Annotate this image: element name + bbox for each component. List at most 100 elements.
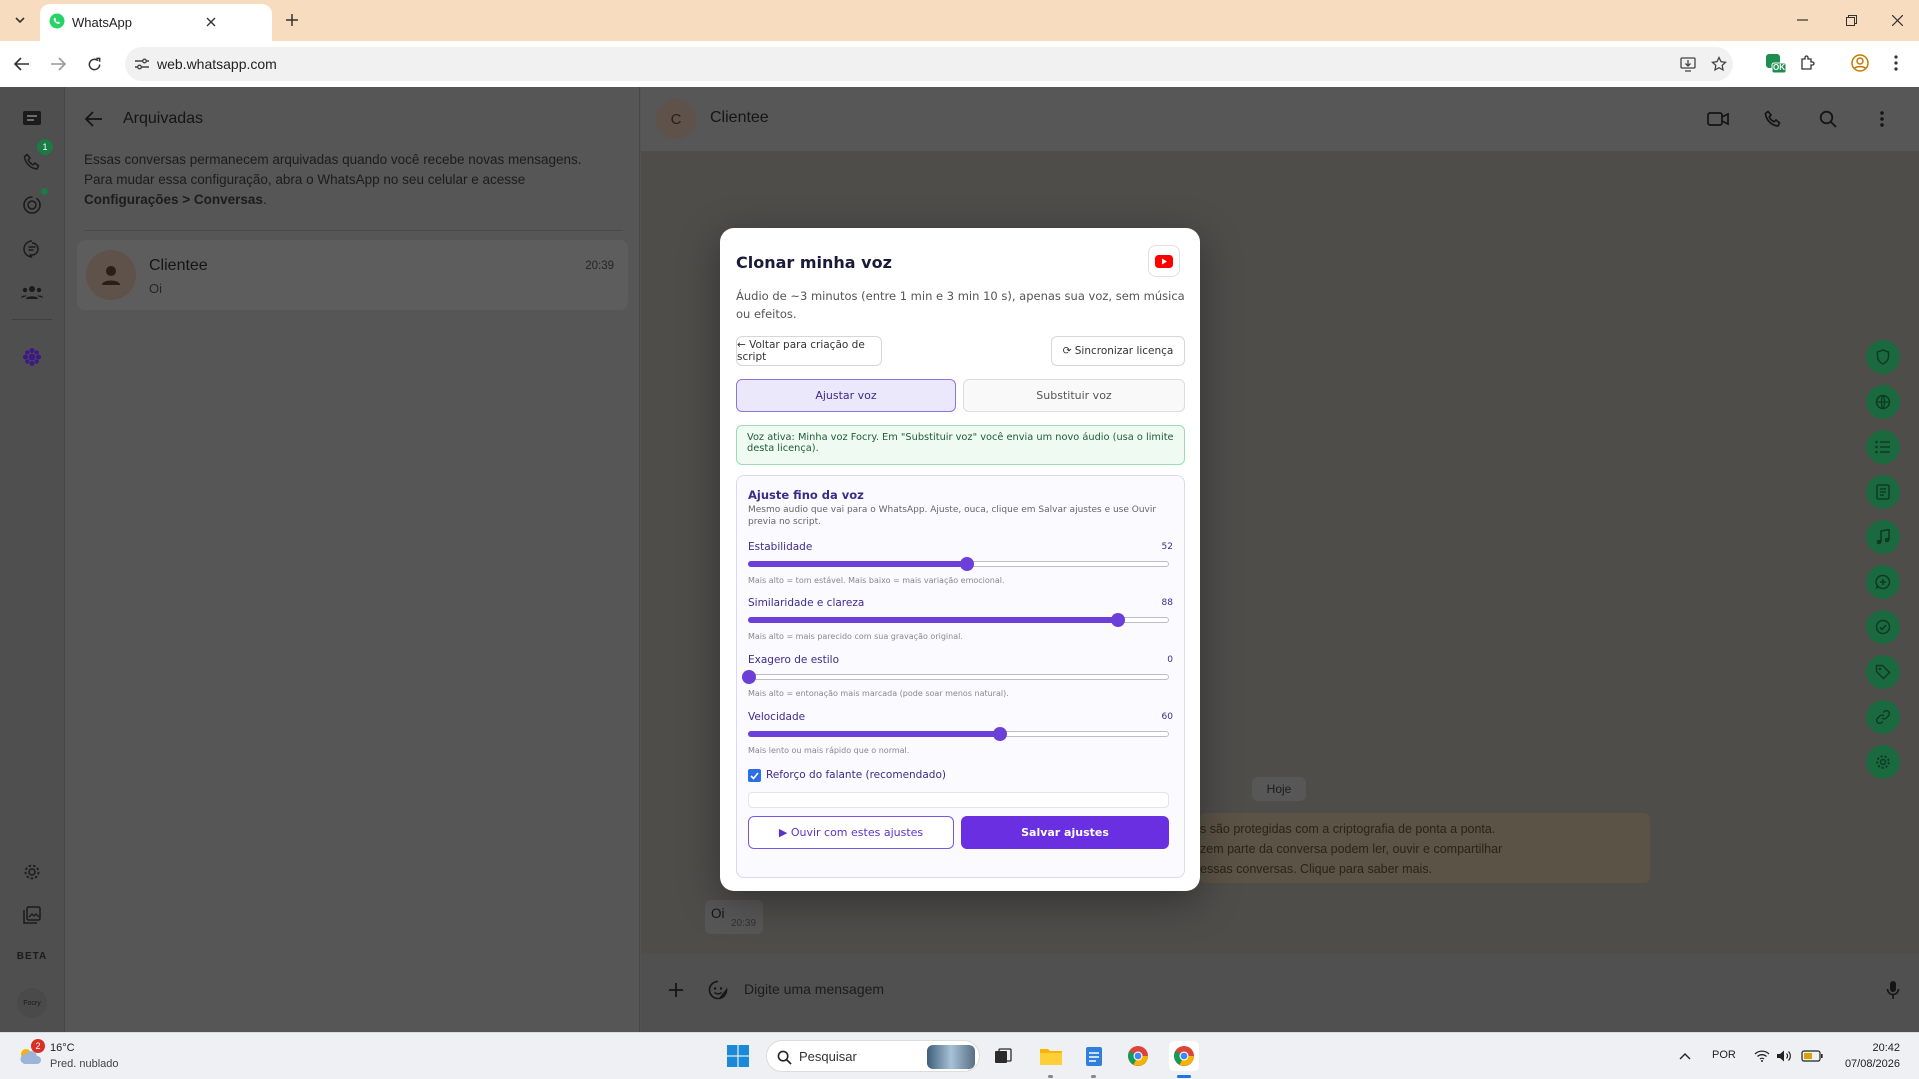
reload-icon[interactable] bbox=[84, 54, 104, 74]
slider-value: 0 bbox=[1167, 655, 1173, 665]
communities-icon[interactable] bbox=[19, 279, 45, 305]
clone-voice-modal: Clonar minha voz Áudio de ~3 minutos (en… bbox=[720, 228, 1200, 891]
address-bar[interactable]: web.whatsapp.com bbox=[125, 47, 1733, 81]
settings-gear-icon[interactable] bbox=[20, 860, 44, 884]
slider-thumb[interactable] bbox=[1110, 613, 1125, 627]
minimize-icon[interactable] bbox=[1792, 10, 1812, 30]
clock-date[interactable]: 07/08/2026 bbox=[1830, 1058, 1900, 1070]
list-icon bbox=[1875, 440, 1890, 454]
avatar[interactable]: C bbox=[656, 99, 696, 139]
back-arrow-icon[interactable] bbox=[82, 107, 106, 131]
video-call-icon[interactable] bbox=[1705, 107, 1731, 131]
speaker-boost-label[interactable]: Reforço do falante (recomendado) bbox=[766, 769, 946, 781]
chrome-icon[interactable] bbox=[1126, 1044, 1150, 1068]
file-explorer-icon[interactable] bbox=[1038, 1044, 1064, 1068]
date-chip: Hoje bbox=[1252, 777, 1306, 801]
forward-arrow-icon[interactable] bbox=[48, 54, 68, 74]
slider-value: 52 bbox=[1161, 542, 1173, 552]
voice-call-icon[interactable] bbox=[1761, 107, 1785, 131]
slider-stability[interactable] bbox=[748, 557, 1169, 571]
fab-shield-button[interactable] bbox=[1866, 340, 1900, 374]
slider-thumb[interactable] bbox=[742, 670, 756, 684]
check-circle-icon bbox=[1875, 619, 1891, 635]
microphone-icon[interactable] bbox=[1881, 978, 1905, 1002]
message-bubble[interactable]: Oi 20:39 bbox=[705, 900, 763, 934]
slider-similarity[interactable] bbox=[748, 613, 1169, 627]
document-icon bbox=[1876, 484, 1890, 500]
tab-replace-voice[interactable]: Substituir voz bbox=[963, 379, 1185, 412]
browser-tab-whatsapp[interactable]: WhatsApp bbox=[40, 4, 272, 41]
archived-title: Arquivadas bbox=[123, 110, 204, 127]
fab-link-button[interactable] bbox=[1866, 700, 1900, 734]
archived-chat-item[interactable]: Clientee Oi 20:39 bbox=[77, 240, 628, 310]
tray-chevron-up-icon[interactable] bbox=[1675, 1046, 1695, 1066]
globe-icon bbox=[1875, 394, 1891, 410]
fab-check-button[interactable] bbox=[1866, 610, 1900, 644]
slider-thumb[interactable] bbox=[993, 727, 1008, 741]
profile-icon[interactable] bbox=[1849, 52, 1871, 74]
chats-icon[interactable] bbox=[19, 106, 45, 132]
volume-icon[interactable] bbox=[1774, 1046, 1794, 1066]
channels-icon[interactable] bbox=[19, 236, 45, 262]
slider-style-exaggeration[interactable] bbox=[742, 670, 1169, 684]
site-settings-icon[interactable] bbox=[134, 56, 150, 72]
browser-menu-icon[interactable] bbox=[1886, 53, 1906, 73]
tab-search-button[interactable] bbox=[8, 8, 32, 32]
archived-notice: Essas conversas permanecem arquivadas qu… bbox=[84, 152, 582, 207]
restore-icon[interactable] bbox=[1841, 10, 1861, 30]
tab-adjust-voice[interactable]: Ajustar voz bbox=[736, 379, 956, 412]
search-icon[interactable] bbox=[1816, 107, 1840, 131]
fab-tag-button[interactable] bbox=[1866, 655, 1900, 689]
chrome-active-icon[interactable] bbox=[1169, 1041, 1199, 1071]
listen-button[interactable]: ▶ Ouvir com estes ajustes bbox=[748, 816, 954, 849]
chat-preview: Oi bbox=[149, 281, 162, 296]
menu-dots-icon[interactable] bbox=[1872, 107, 1892, 131]
bookmark-star-icon[interactable] bbox=[1710, 55, 1728, 73]
sync-license-button[interactable]: ⟳ Sincronizar licença bbox=[1051, 336, 1185, 366]
back-arrow-icon[interactable] bbox=[12, 54, 32, 74]
slider-fill bbox=[748, 561, 966, 567]
close-window-icon[interactable] bbox=[1887, 10, 1907, 30]
contact-name[interactable]: Clientee bbox=[710, 109, 769, 127]
tag-icon bbox=[1875, 664, 1891, 680]
status-icon[interactable] bbox=[19, 192, 45, 218]
extensions-puzzle-icon[interactable] bbox=[1797, 53, 1817, 73]
fab-list-button[interactable] bbox=[1866, 430, 1900, 464]
media-gallery-icon[interactable] bbox=[20, 903, 44, 927]
youtube-button[interactable] bbox=[1148, 245, 1180, 277]
slider-speed[interactable] bbox=[748, 727, 1169, 741]
profile-avatar[interactable]: Focry bbox=[17, 988, 47, 1018]
encryption-notice[interactable]: s são protegidas com a criptografia de p… bbox=[1200, 813, 1650, 883]
chat-time: 20:39 bbox=[585, 260, 614, 272]
attach-plus-icon[interactable] bbox=[664, 978, 688, 1002]
active-app-indicator bbox=[1177, 1075, 1191, 1078]
notepad-icon[interactable] bbox=[1082, 1044, 1106, 1068]
extension-ok-icon[interactable]: OK bbox=[1763, 51, 1787, 75]
new-tab-icon[interactable] bbox=[282, 10, 302, 30]
modal-title: Clonar minha voz bbox=[736, 253, 892, 272]
close-tab-icon[interactable] bbox=[203, 14, 219, 30]
focry-extension-icon[interactable] bbox=[19, 344, 45, 370]
fab-globe-button[interactable] bbox=[1866, 385, 1900, 419]
back-to-script-button[interactable]: ← Voltar para criação de script bbox=[736, 336, 882, 366]
battery-icon[interactable] bbox=[1800, 1046, 1824, 1066]
fab-chat-plus-button[interactable] bbox=[1866, 565, 1900, 599]
chat-name: Clientee bbox=[149, 257, 208, 274]
fab-music-button[interactable] bbox=[1866, 520, 1900, 554]
fab-document-button[interactable] bbox=[1866, 475, 1900, 509]
speaker-boost-checkbox[interactable] bbox=[748, 769, 761, 782]
message-input[interactable]: Digite uma mensagem bbox=[744, 981, 884, 997]
emoji-sticker-icon[interactable] bbox=[706, 978, 730, 1002]
status-dot bbox=[41, 188, 48, 195]
taskbar-search[interactable]: Pesquisar bbox=[766, 1040, 980, 1072]
windows-start-icon[interactable] bbox=[726, 1044, 750, 1068]
fab-settings-button[interactable] bbox=[1866, 745, 1900, 779]
clock-time[interactable]: 20:42 bbox=[1840, 1042, 1900, 1054]
task-view-icon[interactable] bbox=[991, 1044, 1015, 1068]
install-app-icon[interactable] bbox=[1679, 55, 1697, 73]
slider-thumb[interactable] bbox=[959, 557, 974, 571]
wifi-icon[interactable] bbox=[1752, 1046, 1772, 1066]
input-language[interactable]: POR bbox=[1712, 1049, 1736, 1061]
save-adjustments-button[interactable]: Salvar ajustes bbox=[961, 816, 1169, 849]
slider-value: 60 bbox=[1161, 712, 1173, 722]
